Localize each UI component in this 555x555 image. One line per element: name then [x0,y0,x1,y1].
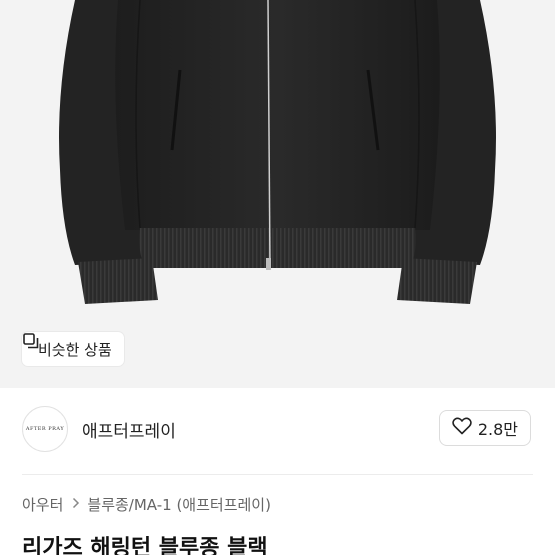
store-logo[interactable]: AFTER PRAY [22,406,68,452]
jacket-illustration [59,0,496,304]
heart-outline-icon [452,417,472,439]
product-title: 리가즈 해링턴 블루종 블랙 [22,536,268,555]
store-name[interactable]: 애프터프레이 [82,417,176,442]
breadcrumb-item-category[interactable]: 블루종/MA-1 (애프터프레이) [87,494,271,515]
breadcrumb-item-outer[interactable]: 아우터 [22,494,63,515]
product-image[interactable]: 비슷한 상품 [0,0,555,388]
chevron-right-icon [72,497,80,513]
divider [22,474,533,475]
like-count: 2.8만 [477,420,518,439]
breadcrumb: 아우터 블루종/MA-1 (애프터프레이) [22,494,271,515]
similar-items-button[interactable]: 비슷한 상품 [22,332,124,366]
similar-items-label: 비슷한 상품 [38,340,112,359]
store-like-button[interactable]: 2.8만 [438,410,531,446]
store-logo-text: AFTER PRAY [25,426,65,432]
store-row: AFTER PRAY 애프터프레이 2.8만 [0,388,555,474]
